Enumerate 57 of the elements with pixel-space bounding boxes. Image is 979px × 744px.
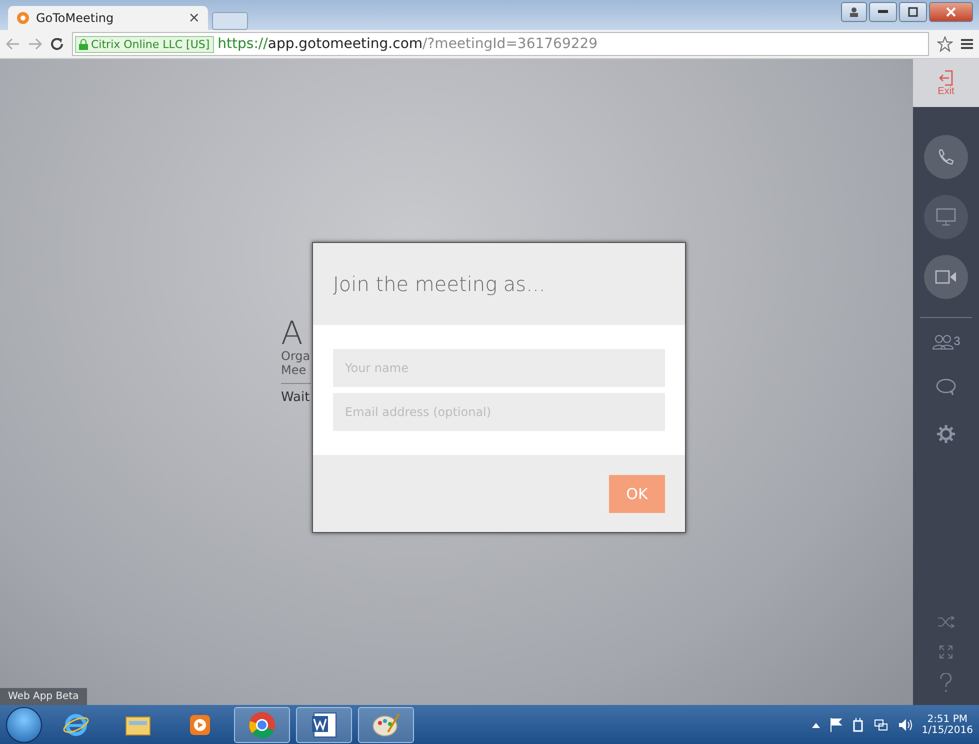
camera-button[interactable] xyxy=(924,255,968,299)
chrome-icon xyxy=(248,710,276,738)
exit-icon xyxy=(939,70,953,86)
address-bar[interactable]: Citrix Online LLC [US] https://app.gotomeeting.com/?meetingId=361769229 xyxy=(72,32,929,56)
taskbar-app-button[interactable] xyxy=(296,706,352,742)
close-button[interactable] xyxy=(929,2,973,22)
taskbar-app-button[interactable] xyxy=(358,706,414,742)
clock[interactable]: 2:51 PM 1/15/2016 xyxy=(922,714,973,736)
chat-button[interactable] xyxy=(936,378,956,396)
screen-share-button[interactable] xyxy=(924,195,968,239)
tab-close-button[interactable]: × xyxy=(188,10,200,26)
play-icon xyxy=(189,714,211,736)
plug-icon[interactable] xyxy=(852,718,864,732)
status-text: Wait xyxy=(281,390,311,405)
web-app-beta-label: Web App Beta xyxy=(0,688,87,705)
url-text: https://app.gotomeeting.com/?meetingId=361769229 xyxy=(218,36,598,52)
person-icon xyxy=(849,7,859,17)
start-button[interactable] xyxy=(6,706,42,742)
question-mark-icon xyxy=(939,673,953,693)
document-w-icon xyxy=(311,712,337,738)
network-icon[interactable] xyxy=(874,718,888,732)
speech-bubble-icon xyxy=(936,378,956,396)
lock-icon xyxy=(79,38,88,50)
close-icon xyxy=(946,7,956,17)
tab-title: GoToMeeting xyxy=(36,11,115,25)
minimize-icon xyxy=(878,10,888,14)
reload-icon[interactable] xyxy=(50,37,64,51)
palette-icon xyxy=(372,712,400,738)
phone-icon xyxy=(937,148,955,166)
maximize-button[interactable] xyxy=(899,2,927,22)
flag-icon[interactable] xyxy=(830,718,842,732)
meeting-text: Mee xyxy=(281,363,308,377)
monitor-icon xyxy=(936,208,956,226)
user-button[interactable] xyxy=(841,2,867,22)
people-icon xyxy=(932,334,954,350)
phone-button[interactable] xyxy=(924,135,968,179)
star-icon[interactable] xyxy=(937,36,953,52)
settings-icon xyxy=(936,424,956,444)
clock-time: 2:51 PM xyxy=(927,714,968,724)
menu-icon[interactable] xyxy=(961,38,973,50)
security-badge: Citrix Online LLC [US] xyxy=(75,36,214,52)
settings-button[interactable] xyxy=(936,424,956,444)
shuffle-icon xyxy=(937,615,955,629)
speaker-icon[interactable] xyxy=(898,718,912,732)
taskbar-app-button[interactable] xyxy=(234,706,290,742)
clock-date: 1/15/2016 xyxy=(922,724,973,736)
video-camera-icon xyxy=(935,270,957,284)
organizer-text: Orga xyxy=(281,349,311,363)
expand-arrows-icon xyxy=(939,645,953,659)
up-arrow-icon[interactable] xyxy=(812,722,820,728)
minimize-button[interactable] xyxy=(869,2,897,22)
meeting-title: A xyxy=(281,317,303,349)
browser-tab[interactable]: GoToMeeting × xyxy=(8,6,208,30)
restore-icon xyxy=(908,7,918,17)
dialog-title: Join the meeting as... xyxy=(333,272,546,296)
attendees-button[interactable]: 3 xyxy=(932,334,960,350)
browser-e-icon xyxy=(63,712,89,738)
